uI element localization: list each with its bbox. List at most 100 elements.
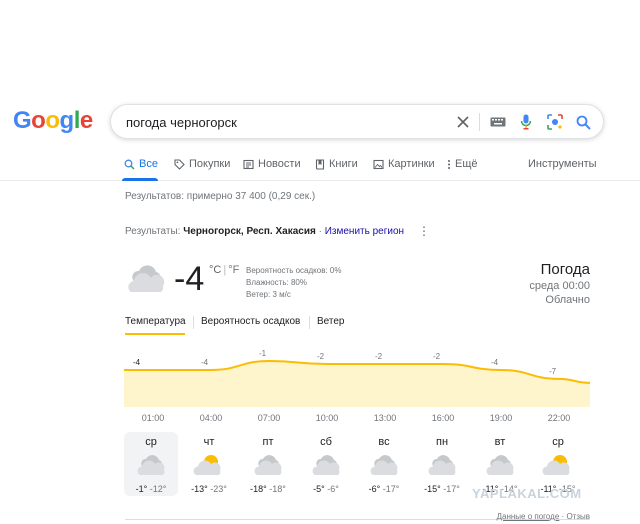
weather-title: Погода [540, 261, 590, 278]
day-temperature: -5° -6° [299, 484, 353, 494]
celsius-toggle[interactable]: °C [209, 264, 221, 276]
day-low: -17° [382, 484, 400, 494]
hour-label: 16:00 [431, 413, 455, 423]
day-forecast[interactable]: сб -5° -6° [299, 432, 353, 496]
cloud-icon [135, 452, 167, 481]
day-forecast[interactable]: вс -6° -17° [357, 432, 411, 496]
microphone-icon[interactable] [517, 113, 535, 131]
cloud-icon [426, 452, 458, 481]
weather-details: Вероятность осадков: 0% Влажность: 80% В… [246, 265, 341, 301]
day-low: -18° [269, 484, 286, 494]
day-low: -23° [210, 484, 227, 494]
logo-letter: e [79, 107, 93, 134]
partly-sunny-icon [542, 452, 574, 481]
hour-label: 13:00 [373, 413, 397, 423]
more-options-icon[interactable]: ⋮ [418, 224, 430, 238]
day-temperature: -1° -12° [124, 484, 178, 494]
active-weather-tab-indicator [125, 333, 185, 335]
search-icon[interactable] [574, 113, 592, 131]
day-forecast[interactable]: пт -18° -18° [241, 432, 295, 496]
logo-letter: G [13, 107, 32, 134]
day-low: -6° [327, 484, 339, 494]
tab-shopping[interactable]: Покупки [174, 158, 230, 170]
tab-tools[interactable]: Инструменты [528, 158, 597, 170]
temperature-label: -1 [259, 349, 267, 358]
weather-time: среда 00:00 [529, 280, 590, 292]
temperature-label: -4 [201, 358, 209, 367]
day-high: -13° [191, 484, 208, 494]
tab-label: Ещё [455, 158, 478, 170]
tab-more[interactable]: Ещё [447, 158, 478, 170]
day-forecast[interactable]: чт -13° -23° [182, 432, 236, 496]
cloud-icon [368, 452, 400, 481]
tab-label: Картинки [388, 158, 435, 170]
weather-tab-separator [193, 316, 194, 329]
logo-letter: o [45, 107, 60, 134]
temperature-area [124, 361, 590, 407]
search-input[interactable]: погода черногорск [126, 115, 237, 130]
search-divider [479, 113, 480, 131]
tab-books[interactable]: Книги [315, 158, 358, 170]
day-temperature: -15° -17° [415, 484, 469, 494]
day-name: ср [552, 436, 564, 448]
weather-tab-precipitation[interactable]: Вероятность осадков [201, 316, 300, 327]
hour-label: 10:00 [315, 413, 339, 423]
google-logo[interactable]: Google [13, 107, 93, 135]
temperature-label: -4 [491, 358, 499, 367]
unit-switch: °C | °F [209, 264, 239, 276]
hour-label: 07:00 [257, 413, 281, 423]
current-temperature: -4 [174, 260, 205, 298]
region-dot: · [318, 226, 322, 237]
tab-label: Новости [258, 158, 301, 170]
newspaper-icon [243, 159, 254, 169]
watermark: YAPLAKAL.COM [472, 486, 582, 501]
precipitation: Вероятность осадков: 0% [246, 266, 342, 275]
cloud-icon [310, 452, 342, 481]
change-region-link[interactable]: Изменить регион [325, 226, 404, 237]
keyboard-icon[interactable] [489, 113, 507, 131]
camera-search-icon[interactable] [546, 113, 564, 131]
search-box[interactable]: погода черногорск [110, 104, 604, 139]
weather-condition: Облачно [545, 294, 590, 306]
region-line: Результаты: Черногорск, Респ. Хакасия · … [125, 226, 404, 237]
cloud-icon [125, 262, 167, 299]
clear-icon[interactable] [454, 113, 472, 131]
wind: Ветер: 3 м/с [246, 290, 291, 299]
search-tabs: Все Покупки Новости Книги Картинки Ещё И… [0, 154, 640, 181]
day-low: -17° [443, 484, 460, 494]
day-name: сб [320, 436, 332, 448]
logo-letter: o [31, 107, 46, 134]
temperature-label: -7 [549, 367, 557, 376]
weather-tab-wind[interactable]: Ветер [317, 316, 345, 327]
weather-data-link[interactable]: Данные о погоде [497, 512, 560, 521]
weather-tab-temperature[interactable]: Температура [125, 316, 186, 327]
day-high: -6° [368, 484, 381, 494]
temperature-label: -4 [133, 358, 141, 367]
day-low: -12° [149, 484, 167, 494]
cloud-icon [484, 452, 516, 481]
logo-letter: g [59, 107, 75, 134]
region-place: Черногорск, Респ. Хакасия [183, 226, 316, 237]
day-name: пн [435, 436, 449, 448]
tab-all[interactable]: Все [124, 158, 158, 170]
tab-label: Инструменты [528, 158, 597, 170]
feedback-link[interactable]: Отзыв [566, 512, 590, 521]
tab-images[interactable]: Картинки [373, 158, 435, 170]
day-name: вс [378, 436, 390, 448]
hour-label: 04:00 [199, 413, 223, 423]
weather-footer: Данные о погоде · Отзыв [497, 512, 590, 521]
hour-label: 22:00 [547, 413, 571, 423]
temperature-chart: -4 -4 -1 -2 -2 -2 -4 -7 [124, 349, 590, 407]
hour-label: 19:00 [489, 413, 513, 423]
hour-labels: 01:00 04:00 07:00 10:00 13:00 16:00 19:0… [124, 413, 590, 425]
day-forecast[interactable]: ср -1° -12° [124, 432, 178, 496]
temperature-label: -2 [433, 352, 441, 361]
tab-news[interactable]: Новости [243, 158, 301, 170]
day-name: ср [145, 436, 157, 448]
day-temperature: -13° -23° [182, 484, 236, 494]
fahrenheit-toggle[interactable]: °F [228, 264, 239, 276]
weather-tab-separator [309, 316, 310, 329]
search-icon [124, 159, 135, 170]
day-forecast[interactable]: пн -15° -17° [415, 432, 469, 496]
tab-label: Книги [329, 158, 358, 170]
